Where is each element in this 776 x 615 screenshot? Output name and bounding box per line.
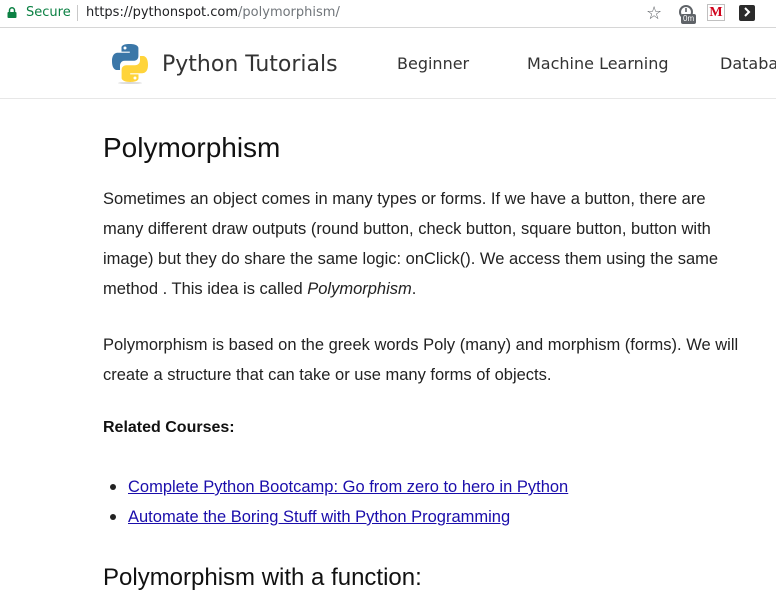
- k-extension-glyph: [744, 7, 751, 17]
- related-courses-heading: Related Courses:: [103, 419, 235, 436]
- nav-beginner[interactable]: Beginner: [397, 54, 469, 73]
- star-icon[interactable]: ☆: [646, 3, 662, 23]
- lock-icon: [7, 7, 17, 18]
- related-courses-list: Complete Python Bootcamp: Go from zero t…: [103, 472, 568, 532]
- course-link-python-bootcamp[interactable]: Complete Python Bootcamp: Go from zero t…: [128, 478, 568, 496]
- url-host: https://pythonspot.com: [86, 5, 239, 20]
- bullet: [110, 484, 116, 490]
- intro-emphasis: Polymorphism: [307, 280, 412, 298]
- k-extension-icon[interactable]: [739, 5, 755, 21]
- address-bar[interactable]: Secure https://pythonspot.com/polymorphi…: [0, 0, 776, 28]
- secure-label: Secure: [26, 5, 71, 20]
- m-extension-icon[interactable]: M: [707, 4, 725, 21]
- page-title: Polymorphism: [103, 132, 281, 163]
- list-item: Complete Python Bootcamp: Go from zero t…: [110, 472, 568, 502]
- nav-machine-learning[interactable]: Machine Learning: [527, 54, 669, 73]
- intro-paragraph: Sometimes an object comes in many types …: [103, 184, 743, 304]
- nav-database[interactable]: Databas: [720, 54, 776, 73]
- address-divider: [77, 5, 78, 21]
- section-heading: Polymorphism with a function:: [103, 564, 422, 591]
- intro-end: .: [411, 280, 417, 298]
- course-link-automate-boring-stuff[interactable]: Automate the Boring Stuff with Python Pr…: [128, 508, 510, 526]
- extension-badge: 0m: [681, 14, 697, 24]
- url-path: /polymorphism/: [238, 5, 340, 20]
- second-paragraph: Polymorphism is based on the greek words…: [103, 336, 739, 384]
- bullet: [110, 514, 116, 520]
- url-field[interactable]: https://pythonspot.com/polymorphism/: [86, 5, 340, 20]
- python-logo-icon[interactable]: [109, 42, 151, 84]
- site-title[interactable]: Python Tutorials: [162, 52, 338, 77]
- list-item: Automate the Boring Stuff with Python Pr…: [110, 502, 568, 532]
- site-header: Python Tutorials Beginner Machine Learni…: [0, 28, 776, 99]
